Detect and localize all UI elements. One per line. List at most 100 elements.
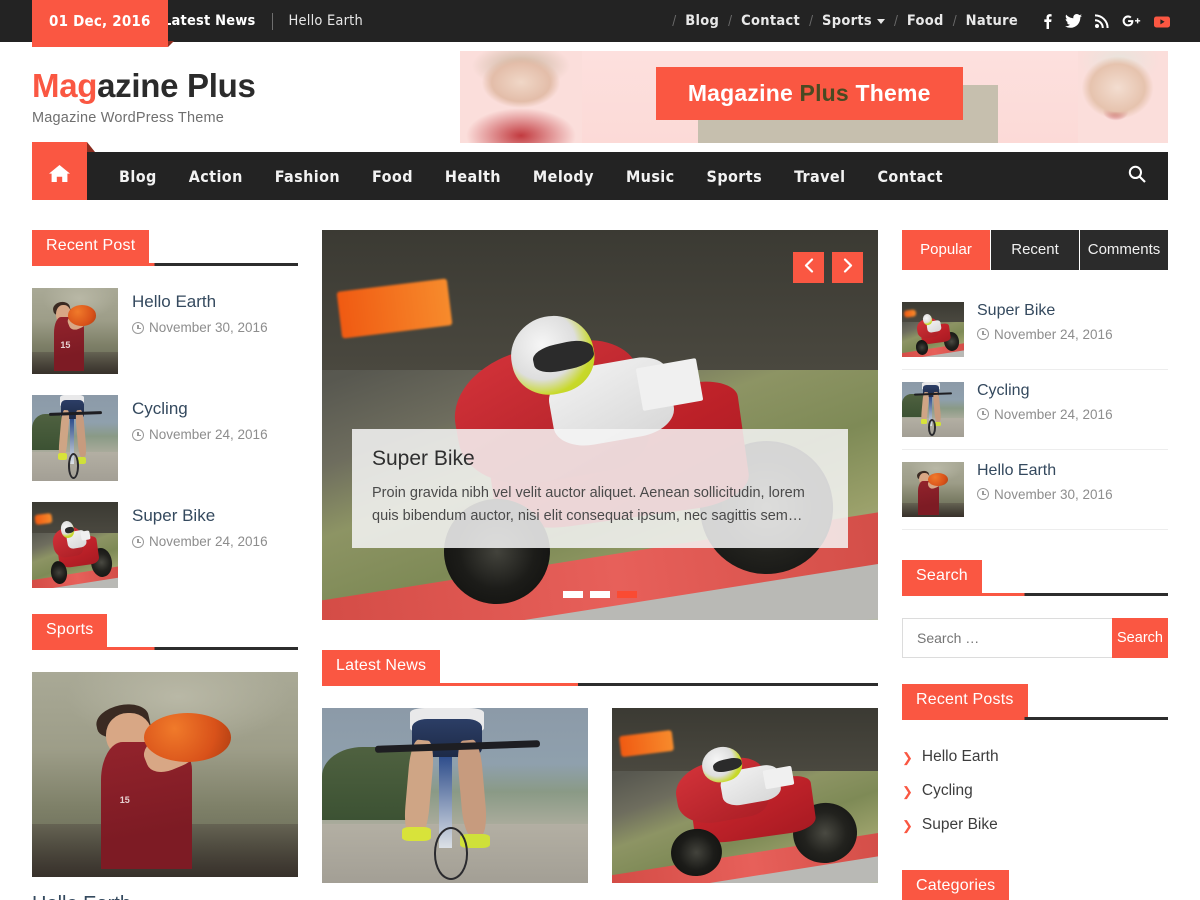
banner-text-3: Theme [848,79,931,106]
chevron-right-icon: ❯ [902,749,913,765]
nav-item-food[interactable]: Food [356,167,429,186]
googleplus-icon[interactable] [1122,14,1141,28]
slider-next-button[interactable] [832,252,863,283]
site-header: Magazine Plus Magazine WordPress Theme M… [0,42,1200,152]
top-nav-label: Sports [822,13,872,29]
list-item[interactable]: Hello Earth November 30, 2016 [902,450,1168,530]
top-nav-item-food[interactable]: Food [899,13,952,29]
top-navigation: / Blog / Contact / Sports / Food / Natur… [671,13,1200,29]
search-submit-button[interactable]: Search [1112,618,1168,658]
nav-item-sports[interactable]: Sports [691,167,779,186]
top-nav-label: Nature [965,13,1018,29]
nav-item-travel[interactable]: Travel [778,167,861,186]
list-item[interactable]: ❯ Hello Earth [902,742,1168,776]
twitter-icon[interactable] [1065,14,1082,28]
clock-icon [977,408,989,421]
clock-icon [977,488,989,501]
ticker-headline[interactable]: Hello Earth [289,13,363,29]
post-title[interactable]: Hello Earth [132,292,268,312]
widget-sports: Sports 15 Hello Earth November 30, 2016 [32,614,298,900]
nav-item-music[interactable]: Music [610,167,691,186]
top-nav-item-contact[interactable]: Contact [733,13,808,29]
list-item[interactable]: 15 Hello Earth November 30, 2016 [32,288,298,374]
banner-label: Magazine Plus Theme [655,66,963,120]
list-item[interactable]: Cycling November 24, 2016 [902,370,1168,450]
slider-prev-button[interactable] [793,252,824,283]
slider-dot-2[interactable] [590,591,610,598]
tab-recent[interactable]: Recent [991,230,1080,270]
slider-caption: Super Bike Proin gravida nibh vel velit … [352,428,848,548]
top-nav-item-blog[interactable]: Blog [677,13,727,29]
current-date-tab: 01 Dec, 2016 [32,0,174,47]
youtube-icon[interactable] [1154,15,1170,28]
post-date: November 30, 2016 [977,487,1113,502]
list-item[interactable] [322,708,588,883]
search-input[interactable] [902,618,1112,658]
widget-title-rule [902,717,1168,720]
post-date: November 30, 2016 [132,320,268,335]
site-title-rest: azine Plus [97,66,256,104]
nav-item-fashion[interactable]: Fashion [259,167,356,186]
slider-dot-3[interactable] [617,591,637,598]
site-branding[interactable]: Magazine Plus Magazine WordPress Theme [32,66,460,127]
list-item[interactable]: ❯ Cycling [902,776,1168,810]
sports-post-image[interactable]: 15 [32,672,298,877]
nav-item-contact[interactable]: Contact [861,167,959,186]
top-nav-item-sports[interactable]: Sports [814,13,893,29]
list-item[interactable]: Cycling November 24, 2016 [32,395,298,481]
post-date: November 24, 2016 [977,407,1113,422]
header-banner-ad[interactable]: Magazine Plus Theme [460,51,1168,143]
tab-comments[interactable]: Comments [1080,230,1168,270]
sports-post-title[interactable]: Hello Earth [32,893,298,900]
slider-dot-1[interactable] [563,591,583,598]
chevron-down-icon [876,18,885,24]
post-title[interactable]: Hello Earth [977,462,1113,480]
tab-popular[interactable]: Popular [902,230,991,270]
nav-separator: / [728,13,733,29]
post-date-text: November 24, 2016 [994,326,1113,342]
slider-caption-title[interactable]: Super Bike [372,447,828,471]
widget-search: Search Search [902,560,1168,658]
nav-item-blog[interactable]: Blog [103,167,173,186]
search-form: Search [902,618,1168,658]
current-date-text: 01 Dec, 2016 [49,11,151,30]
recent-posts-list: ❯ Hello Earth ❯ Cycling ❯ Super Bike [902,742,1168,844]
top-bar: 01 Dec, 2016 Latest News Hello Earth / B… [0,0,1200,47]
nav-item-melody[interactable]: Melody [517,167,610,186]
nav-home-button[interactable] [32,142,95,200]
rss-icon[interactable] [1095,14,1109,28]
facebook-icon[interactable] [1043,13,1052,29]
recent-post-label: Super Bike [921,816,998,833]
post-title[interactable]: Super Bike [132,506,268,526]
slider-caption-text: Proin gravida nibh vel velit auctor aliq… [372,484,805,524]
list-item[interactable]: Super Bike November 24, 2016 [32,502,298,588]
list-item[interactable] [612,708,878,883]
nav-item-action[interactable]: Action [173,167,259,186]
post-title[interactable]: Cycling [977,382,1113,400]
widget-categories: Categories [902,870,1168,900]
site-title: Magazine Plus [32,66,460,104]
slider-image [322,230,878,620]
home-icon [49,164,70,188]
widget-title-rule [322,683,878,686]
chevron-right-icon [843,258,853,277]
post-thumbnail [322,708,588,883]
list-item[interactable]: Super Bike November 24, 2016 [902,290,1168,370]
widget-title-label: Sports [32,614,108,647]
list-item[interactable]: ❯ Super Bike [902,810,1168,844]
right-sidebar: Popular Recent Comments Super Bike Novem… [902,230,1168,900]
post-date: November 24, 2016 [132,534,268,549]
search-icon [1128,165,1146,188]
chevron-left-icon [804,258,814,277]
widget-title-label: Recent Post [32,230,150,263]
nav-search-toggle[interactable] [1128,165,1168,188]
post-title[interactable]: Super Bike [977,302,1113,320]
top-nav-label: Blog [685,13,720,29]
nav-item-health[interactable]: Health [429,167,517,186]
post-title[interactable]: Cycling [132,399,268,419]
post-date-text: November 30, 2016 [149,320,268,336]
site-tagline: Magazine WordPress Theme [32,110,225,127]
top-nav-item-nature[interactable]: Nature [958,13,1026,29]
widget-title-rule [32,263,298,266]
post-thumbnail [902,462,964,517]
